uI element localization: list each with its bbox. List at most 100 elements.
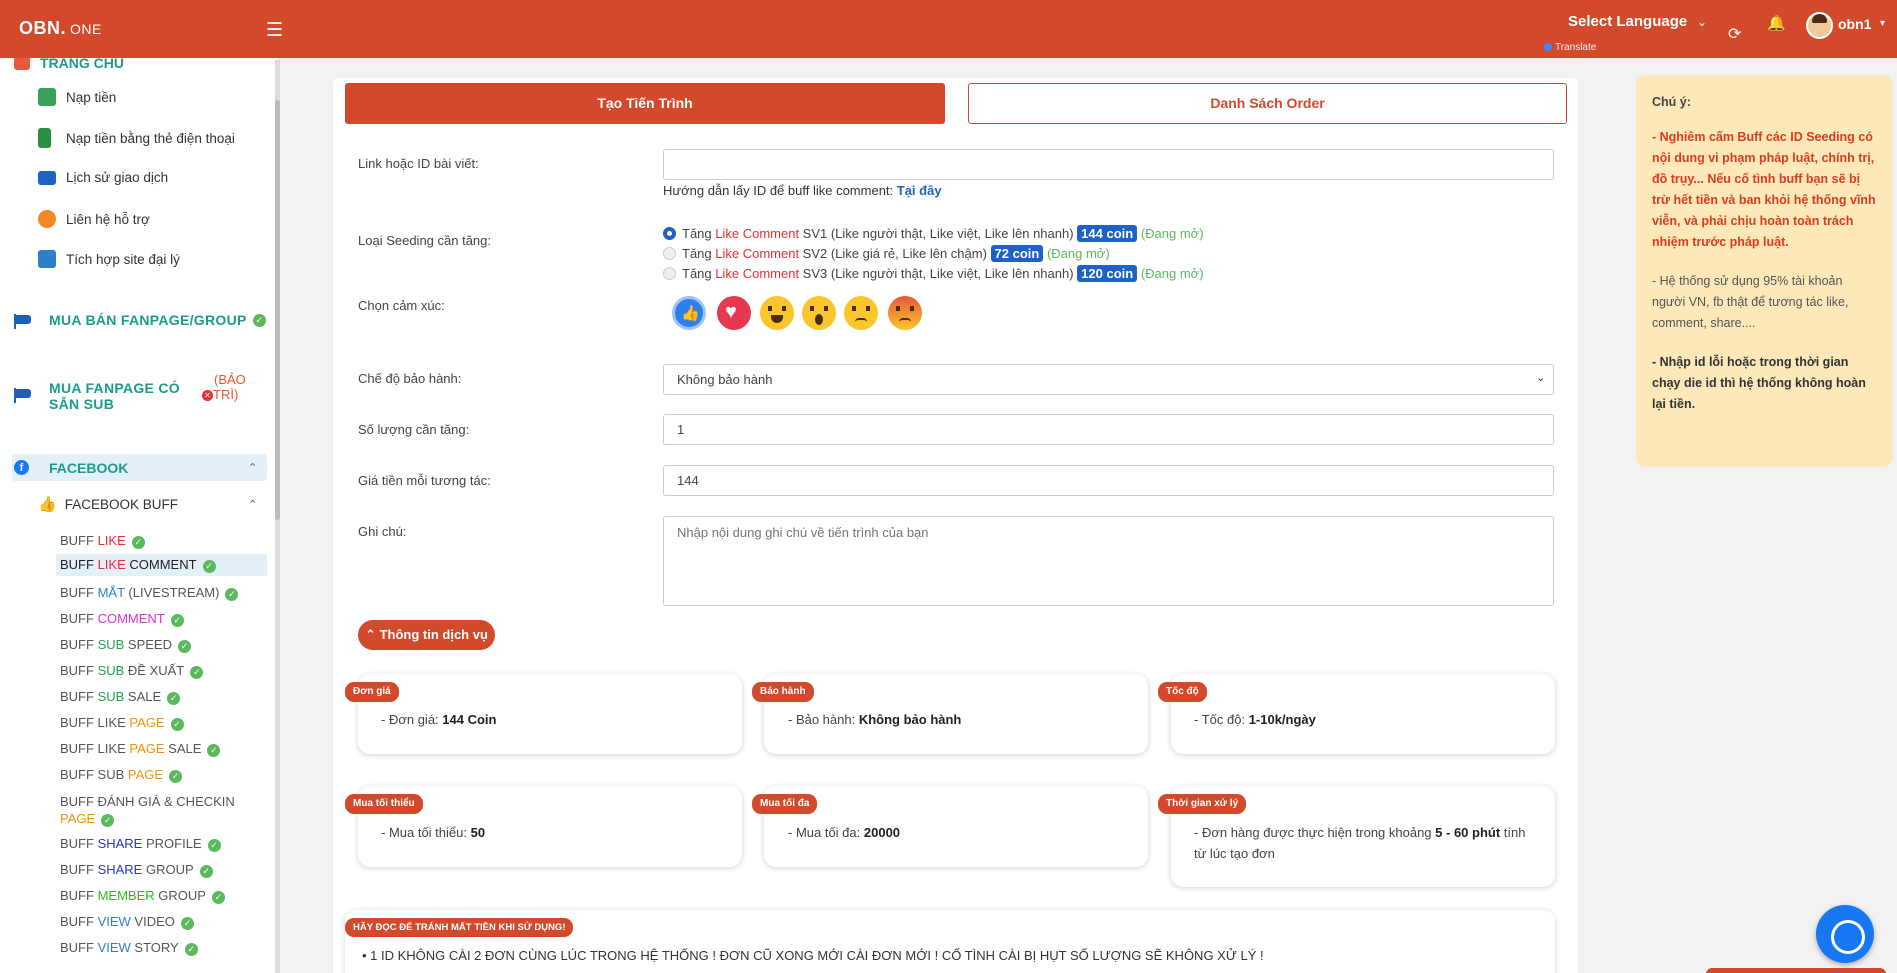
facebook-icon: f: [14, 460, 29, 475]
language-select[interactable]: Select Language: [1568, 13, 1687, 30]
processing-time-tag: Thời gian xử lý: [1158, 794, 1247, 814]
wow-reaction-icon[interactable]: [802, 296, 836, 330]
link-input[interactable]: [663, 149, 1554, 180]
flag-icon: [14, 314, 31, 329]
check-icon: ✓: [190, 666, 204, 679]
sidebar-item-buff-sub-speed[interactable]: BUFF SUB SPEED ✓: [60, 637, 191, 653]
warranty-label: Chế độ bảo hành:: [358, 371, 462, 386]
tab-create-process[interactable]: Tạo Tiến Trình: [345, 83, 945, 124]
avatar[interactable]: [1806, 12, 1833, 39]
price-input[interactable]: 144: [663, 465, 1554, 496]
radio-button[interactable]: [663, 267, 676, 280]
check-icon: ✓: [199, 865, 213, 878]
tab-order-list[interactable]: Danh Sách Order: [968, 83, 1567, 124]
quantity-label: Số lượng cần tăng:: [358, 422, 470, 437]
sidebar-item-buff-like[interactable]: BUFF LIKE ✓: [60, 533, 145, 549]
warranty-text: - Bảo hành: Không bảo hành: [788, 712, 962, 727]
price-badge: 72 coin: [990, 245, 1044, 262]
check-icon: ✓: [252, 313, 266, 327]
home-icon: [14, 58, 30, 70]
sidebar-item-buff-sub-sale[interactable]: BUFF SUB SALE ✓: [60, 689, 181, 705]
sidebar-item-fanpage-group[interactable]: MUA BÁN FANPAGE/GROUP ✓: [49, 312, 266, 328]
unit-price-text: - Đơn giá: 144 Coin: [381, 712, 497, 727]
google-translate-label: Translate: [1544, 42, 1596, 53]
seeding-option-sv2[interactable]: Tăng Like Comment SV2 (Like giá rẻ, Like…: [663, 245, 1110, 262]
sidebar-item-buff-like-comment[interactable]: BUFF LIKE COMMENT ✓: [56, 554, 267, 576]
store-icon: [38, 250, 56, 268]
sidebar-item-buff-member-group[interactable]: BUFF MEMBER GROUP ✓: [60, 888, 225, 904]
sidebar-item-buff-sub-suggest[interactable]: BUFF SUB ĐỀ XUẤT ✓: [60, 663, 204, 679]
min-order-tag: Mua tối thiểu: [345, 794, 423, 814]
check-icon: ✓: [211, 891, 225, 904]
angry-reaction-icon[interactable]: [888, 296, 922, 330]
sidebar-item-support[interactable]: Liên hệ hỗ trợ: [38, 210, 150, 228]
sidebar-item-facebook[interactable]: f FACEBOOK ⌃: [12, 454, 267, 481]
sidebar-item-buff-sub-page[interactable]: BUFF SUB PAGE ✓: [60, 767, 183, 783]
sidebar-item-buff-like-page[interactable]: BUFF LIKE PAGE ✓: [60, 715, 184, 731]
min-order-text: - Mua tối thiểu: 50: [381, 825, 486, 840]
sidebar-item-buff-comment[interactable]: BUFF COMMENT ✓: [60, 611, 184, 627]
chevron-down-icon[interactable]: ⌄: [1697, 15, 1707, 29]
x-circle-icon: ✕: [202, 390, 213, 401]
check-icon: ✓: [170, 614, 184, 627]
maintenance-label: (BẢO ✕ TRÌ): [202, 372, 246, 402]
sidebar-item-history[interactable]: Lịch sử giao dịch: [38, 170, 168, 185]
messenger-icon[interactable]: [1816, 905, 1874, 963]
radio-button[interactable]: [663, 227, 676, 240]
brand-logo[interactable]: OBN. ONE: [19, 18, 102, 39]
sidebar-item-buff-like-page-sale[interactable]: BUFF LIKE PAGE SALE ✓: [60, 741, 221, 757]
sidebar-item-home[interactable]: TRANG CHỦ: [14, 58, 124, 71]
sidebar-item-topup[interactable]: Nạp tiền: [38, 88, 116, 106]
sidebar-item-buff-review-checkin[interactable]: BUFF ĐÁNH GIÁ & CHECKIN PAGE ✓: [60, 793, 235, 827]
warning-line: • 1 ID KHÔNG CÀI 2 ĐƠN CÙNG LÚC TRONG HỆ…: [362, 948, 1264, 963]
menu-toggle-icon[interactable]: ☰: [266, 19, 283, 42]
card-icon: [38, 128, 51, 148]
sidebar-item-buff-eyes[interactable]: BUFF MẮT (LIVESTREAM) ✓: [60, 585, 239, 601]
check-icon: ✓: [184, 943, 198, 956]
money-icon: [38, 88, 56, 106]
check-icon: ✓: [225, 588, 239, 601]
scrollbar-thumb[interactable]: [275, 100, 280, 520]
floating-button-edge[interactable]: [1706, 968, 1886, 973]
sidebar-item-phone-card[interactable]: Nạp tiền bằng thẻ điện thoại: [38, 128, 235, 148]
thumbs-up-icon: 👍: [38, 496, 57, 513]
note-label: Ghi chú:: [358, 524, 407, 539]
username[interactable]: obn1: [1838, 16, 1871, 32]
note-textarea[interactable]: Nhập nội dung ghi chú về tiến trình của …: [663, 516, 1554, 606]
sidebar-item-buff-view-story[interactable]: BUFF VIEW STORY ✓: [60, 940, 198, 956]
top-bar: OBN. ONE ☰ Select Language ⌄ Translate ⟳ …: [0, 0, 1897, 58]
bell-icon[interactable]: 🔔: [1767, 14, 1786, 32]
check-icon: ✓: [207, 839, 221, 852]
check-icon: ✓: [180, 917, 194, 930]
processing-time-text: - Đơn hàng được thực hiện trong khoảng 5…: [1194, 825, 1526, 861]
radio-button[interactable]: [663, 247, 676, 260]
like-reaction-icon[interactable]: [672, 296, 706, 330]
warranty-select[interactable]: Không bảo hành: [663, 364, 1554, 395]
unit-price-tag: Đơn giá: [345, 682, 399, 702]
chevron-down-icon[interactable]: ▾: [1880, 18, 1885, 29]
sidebar-item-agency[interactable]: Tích hợp site đại lý: [38, 250, 180, 268]
flag-icon: [14, 388, 31, 403]
check-icon: ✓: [169, 770, 183, 783]
max-order-text: - Mua tối đa: 20000: [788, 825, 901, 840]
sidebar-item-buff-share-profile[interactable]: BUFF SHARE PROFILE ✓: [60, 836, 221, 852]
seeding-option-sv1[interactable]: Tăng Like Comment SV1 (Like người thật, …: [663, 225, 1204, 242]
guide-link[interactable]: Tại đây: [897, 183, 942, 198]
sidebar-scrollbar[interactable]: [275, 60, 280, 973]
haha-reaction-icon[interactable]: [760, 296, 794, 330]
sidebar-item-buff-share-group[interactable]: BUFF SHARE GROUP ✓: [60, 862, 213, 878]
warranty-tag: Bảo hành: [752, 682, 814, 702]
sidebar-item-facebook-buff[interactable]: 👍 FACEBOOK BUFF: [38, 495, 178, 513]
sidebar-item-buff-view-video[interactable]: BUFF VIEW VIDEO ✓: [60, 914, 194, 930]
chart-icon: [38, 170, 56, 185]
sad-reaction-icon[interactable]: [844, 296, 878, 330]
seeding-option-sv3[interactable]: Tăng Like Comment SV3 (Like người thật, …: [663, 265, 1204, 282]
refresh-icon[interactable]: ⟳: [1728, 24, 1741, 44]
speed-text: - Tốc độ: 1-10k/ngày: [1194, 712, 1316, 727]
love-reaction-icon[interactable]: [717, 296, 751, 330]
service-info-button[interactable]: ⌃ Thông tin dịch vụ: [358, 620, 495, 650]
price-badge: 120 coin: [1077, 265, 1138, 282]
quantity-input[interactable]: 1: [663, 414, 1554, 445]
check-icon: ✓: [202, 560, 216, 573]
sidebar-item-fanpage-sub[interactable]: MUA FANPAGE CÓ SẴN SUB: [49, 380, 180, 412]
